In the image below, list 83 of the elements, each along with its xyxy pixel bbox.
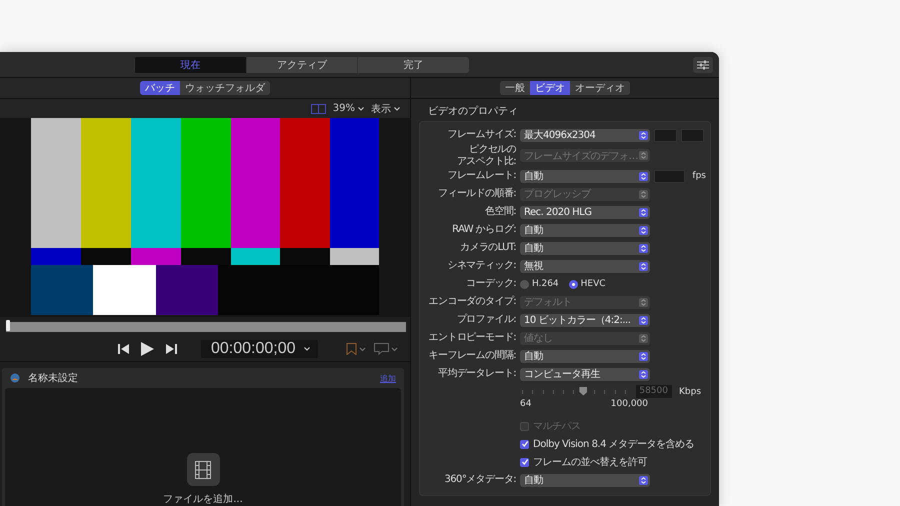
field-label: RAW からログ: [451,224,516,236]
sliders-icon [697,60,709,70]
status-tab[interactable]: 現在 [134,56,246,72]
batch-title: 名称未設定 [28,372,78,385]
stepper-icon [639,130,648,140]
field-label: コーデック: [465,278,516,290]
field-label: 色空間: [484,206,516,218]
field-label: ピクセルの [468,144,516,156]
skip-forward-icon[interactable] [166,344,177,354]
chevron-icon [304,347,310,351]
unit-label: fps [692,171,706,181]
popup-menu[interactable]: 10 ビットカラー（4:2:... [520,314,650,326]
bitrate-slider[interactable] [522,386,626,398]
status-tab[interactable]: 完了 [357,56,469,72]
section-title: ビデオのプロパティ [427,104,519,119]
source-tab[interactable]: バッチ [140,81,180,95]
min-label: 64 [520,399,532,409]
stepper-icon [639,208,648,216]
skip-back-icon[interactable] [118,344,129,354]
popup-menu[interactable]: 自動 [520,474,650,486]
chevron-icon [394,106,400,110]
field-label: 平均データレート: [437,368,516,380]
radio-button[interactable] [568,280,578,288]
film-icon[interactable] [186,453,220,486]
max-label: 100,000 [610,399,648,409]
popup-menu[interactable]: 自動 [520,350,650,362]
radio-option[interactable]: H.264 [520,279,559,289]
unit-label: Kbps [679,386,702,396]
field-label: プロファイル: [456,314,516,326]
chevron-icon [358,106,364,110]
zoom-menu[interactable]: 39% [332,103,364,114]
playhead-handle[interactable] [6,320,10,331]
checkbox-label: フレームの並べ替えを許可 [533,456,647,469]
field-label: アスペクト比: [456,156,516,167]
popup-menu[interactable]: 無視 [520,260,650,272]
stepper-icon [639,476,648,484]
radio-label: H.264 [532,279,559,289]
radio-button[interactable] [520,280,529,288]
frame-rate-field[interactable] [654,170,686,182]
view-menu[interactable]: 表示 [371,102,400,116]
radio-option[interactable]: HEVC [568,279,606,289]
popup-menu[interactable]: 自動 [520,242,650,254]
drop-area[interactable]: ファイルを追加... [5,388,401,506]
field-label: フレームレート: [446,170,516,182]
stepper-icon [639,334,648,342]
stepper-icon [639,352,648,360]
globe-icon [10,373,20,383]
field-label: エントロピーモード: [428,332,516,344]
slider-thumb[interactable] [579,386,588,396]
stepper-icon [639,298,648,306]
stepper-icon [639,172,648,180]
stepper-icon [639,244,648,252]
add-files-label: ファイルを追加... [163,492,243,506]
bookmark-menu-icon[interactable] [346,343,366,355]
popup-menu[interactable]: 自動 [520,170,650,182]
field-label: シネマティック: [446,260,516,272]
stepper-icon [639,370,648,378]
split-view-icon[interactable] [310,104,326,114]
field-label: フィールドの順番: [437,188,516,200]
popup-menu[interactable]: Rec. 2020 HLG [520,206,650,218]
settings-button[interactable] [693,56,713,72]
stepper-icon [639,190,648,198]
checkbox-label: マルチパス [533,420,580,433]
field-label: フレームサイズ: [446,129,516,141]
stepper-icon [639,151,648,160]
field-label: 360°メタデータ: [444,474,516,486]
timecode-display[interactable]: 00:00:00;00 [201,340,318,358]
popup-menu[interactable]: コンピュータ再生 [520,368,650,380]
height-field[interactable] [681,128,704,142]
width-field[interactable] [654,128,677,142]
field-label: キーフレームの間隔: [428,350,516,362]
stepper-icon [639,316,648,324]
popup-menu[interactable]: 自動 [520,224,650,236]
checkbox-label: Dolby Vision 8.4 メタデータを含める [533,438,694,451]
field-label: カメラのLUT: [459,242,516,254]
stepper-icon [639,262,648,270]
field-label: エンコーダのタイプ: [428,296,516,308]
popup-menu[interactable]: 最大4096x2304 [520,128,650,142]
inspector-tab[interactable]: ビデオ [530,81,570,95]
play-icon[interactable] [141,342,154,356]
radio-label: HEVC [580,279,606,289]
caption-menu-icon[interactable] [374,343,398,355]
stepper-icon [639,226,648,234]
